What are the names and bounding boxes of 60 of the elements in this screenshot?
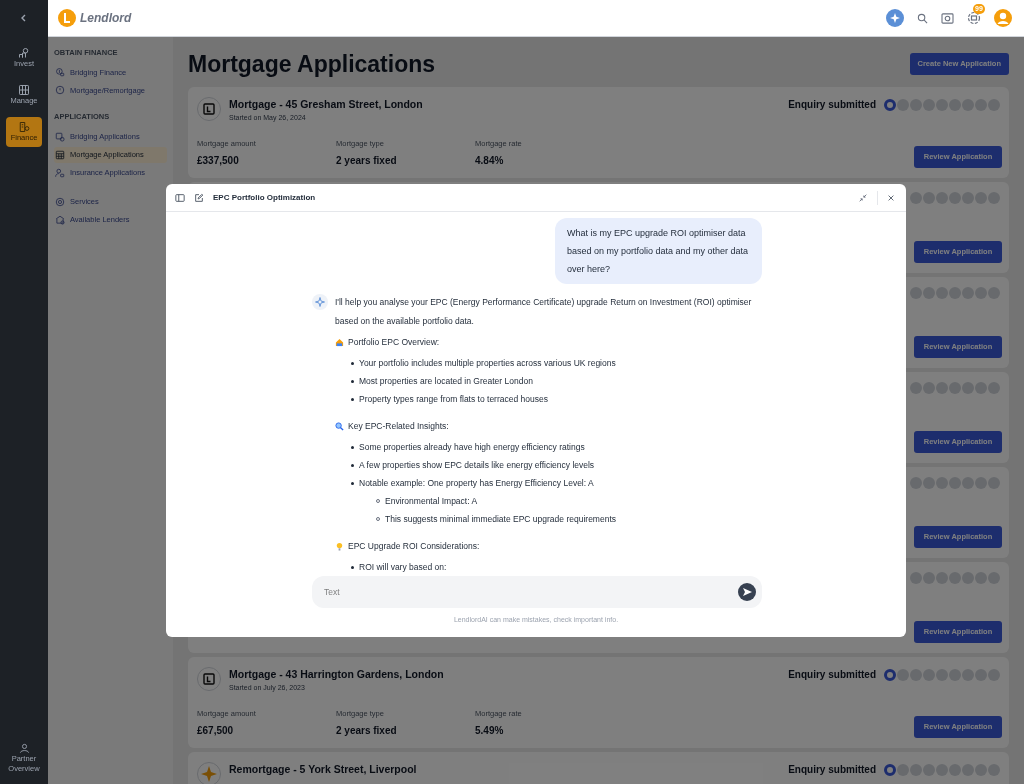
bullet-text: Notable example: One property has Energy Efficiency Level: A <box>359 476 594 490</box>
status-label: Enquiry submitted <box>788 763 876 777</box>
section-heading: Portfolio EPC Overview: <box>348 336 440 349</box>
bullet-icon <box>351 397 354 401</box>
light-bulb-icon <box>335 542 344 551</box>
status-label: Enquiry submitted <box>788 98 876 112</box>
field-value: £67,500 <box>197 724 235 738</box>
sidebar-toggle-icon[interactable] <box>175 192 185 203</box>
send-icon[interactable] <box>738 583 756 601</box>
house-icon <box>335 338 344 347</box>
gear-icon <box>55 196 65 207</box>
section-heading: EPC Upgrade ROI Considerations: <box>348 540 480 553</box>
application-title: Mortgage - 43 Harrington Gardens, London <box>229 667 444 681</box>
bullet-text: A few properties show EPC details like energy efficiency levels <box>359 458 595 472</box>
bullet-icon <box>351 445 354 449</box>
user-message: What is my EPC upgrade ROI optimiser data based on my portfolio data and my other data over here? <box>555 218 762 284</box>
lender-logo-icon <box>197 667 221 691</box>
bullet-text: This suggests minimal immediate EPC upgrade requirements <box>385 512 616 526</box>
lender-logo-icon <box>197 97 221 121</box>
document-icon <box>18 121 30 133</box>
field-value: 4.84% <box>475 154 505 168</box>
bullet-icon <box>351 463 354 467</box>
search-icon[interactable] <box>917 12 928 24</box>
person-icon <box>55 167 65 178</box>
edit-icon[interactable] <box>194 192 204 203</box>
field-value: 2 years fixed <box>336 724 398 738</box>
clock-icon <box>55 85 65 96</box>
bullet-text: ROI will vary based on: <box>359 560 447 574</box>
ai-assistant-icon[interactable] <box>886 9 904 27</box>
field-value: £337,500 <box>197 154 240 168</box>
field-value: 5.49% <box>475 724 505 738</box>
page-title: Mortgage Applications <box>188 50 436 80</box>
document-icon <box>55 131 65 142</box>
bullet-text: Your portfolio includes multiple properties across various UK regions <box>359 356 616 370</box>
bullet-text: Some properties already have high energy efficiency ratings <box>359 440 585 454</box>
application-title: Mortgage - 45 Gresham Street, London <box>229 97 423 111</box>
assistant-icon <box>312 294 328 310</box>
bullet-text: Most properties are located in Greater London <box>359 374 533 388</box>
grid-icon <box>18 84 30 96</box>
minimize-icon[interactable] <box>858 192 868 203</box>
bullet-icon <box>351 361 354 365</box>
field-value: 2 years fixed <box>336 154 398 168</box>
brand-name: Lendlord <box>80 10 132 27</box>
status-label: Enquiry submitted <box>788 668 876 682</box>
magnifier-icon <box>335 422 344 431</box>
application-title: Remortgage - 5 York Street, Liverpool <box>229 762 417 776</box>
chat-title: EPC Portfolio Optimization <box>213 191 316 204</box>
bullet-text: Environmental Impact: A <box>385 494 478 508</box>
bullet-icon <box>351 379 354 383</box>
logo-icon <box>58 9 76 27</box>
close-icon[interactable] <box>887 193 895 202</box>
section-heading: Key EPC-Related Insights: <box>348 420 449 433</box>
camera-icon[interactable] <box>941 12 954 24</box>
bullet-icon <box>351 481 354 485</box>
notification-icon[interactable] <box>967 11 981 25</box>
assistant-message: I'll help you analyse your EPC (Energy Performance Certificate) upgrade Return on Investment (ROI) optimiser based on the available portfolio data. <box>335 296 753 328</box>
bullet-text: Property types range from flats to terraced houses <box>359 392 548 406</box>
message-input[interactable]: Text <box>312 576 762 608</box>
grid-icon <box>55 149 65 160</box>
bullet-icon <box>351 565 354 569</box>
